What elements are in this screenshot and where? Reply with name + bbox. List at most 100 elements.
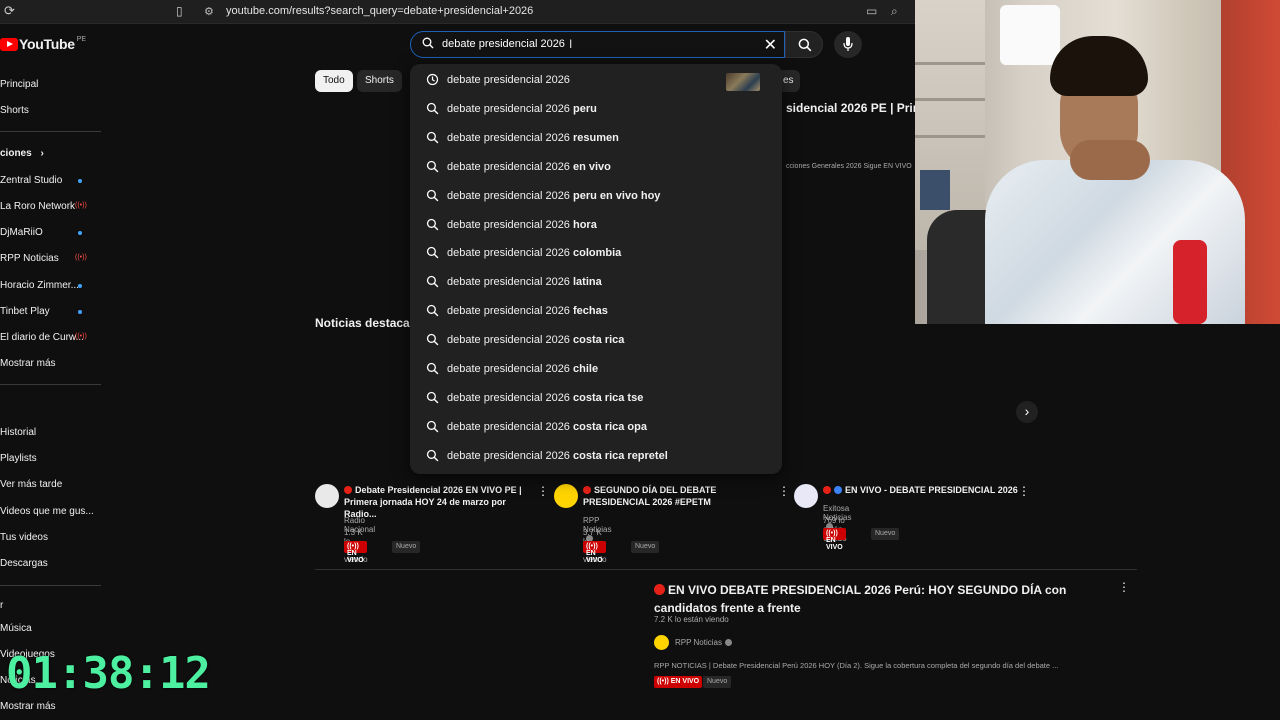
live-icon: ((•)) xyxy=(75,254,87,261)
more-options-icon[interactable]: ⋮ xyxy=(778,484,790,498)
search-suggestion[interactable]: debate presidencial 2026 colombia xyxy=(410,239,782,267)
search-suggestion[interactable]: debate presidencial 2026 costa rica tse xyxy=(410,384,782,412)
suggestion-text: debate presidencial 2026 costa rica repr… xyxy=(447,449,668,462)
webcam-shelf-line xyxy=(915,62,985,65)
search-suggestion[interactable]: debate presidencial 2026 costa rica repr… xyxy=(410,442,782,470)
webcam-hanging-shirt xyxy=(1000,5,1060,65)
suggestion-thumbnail[interactable] xyxy=(726,73,760,91)
sidebar-item-subscription[interactable]: La Roro Network xyxy=(0,201,75,212)
channel-avatar[interactable] xyxy=(654,635,669,650)
search-icon xyxy=(426,160,439,173)
search-suggestion[interactable]: debate presidencial 2026 hora xyxy=(410,211,782,239)
sidebar-item-playlists[interactable]: Playlists xyxy=(0,453,37,464)
search-button[interactable] xyxy=(785,31,823,58)
suggestion-text: debate presidencial 2026 fechas xyxy=(447,305,608,318)
search-suggestion[interactable]: debate presidencial 2026 costa rica opa xyxy=(410,413,782,441)
search-suggestion[interactable]: debate presidencial 2026 xyxy=(410,66,782,94)
url-field[interactable]: youtube.com/results?search_query=debate+… xyxy=(226,5,533,17)
sidebar-item-your-videos[interactable]: Tus videos xyxy=(0,532,48,543)
sidebar-subscriptions-header[interactable]: ciones › xyxy=(0,148,44,159)
cast-icon[interactable]: ▭ xyxy=(866,4,877,18)
channel-avatar[interactable] xyxy=(794,484,818,508)
more-options-icon[interactable]: ⋮ xyxy=(537,484,549,498)
webcam-person-hand xyxy=(1070,140,1150,180)
channel-avatar[interactable] xyxy=(315,484,339,508)
suggestion-text: debate presidencial 2026 xyxy=(447,74,570,86)
carousel-next-button[interactable]: › xyxy=(1016,401,1038,423)
live-badge: ((•)) EN VIVO xyxy=(583,541,606,564)
chip-shorts[interactable]: Shorts xyxy=(357,70,402,92)
search-icon xyxy=(426,305,439,317)
chip-all[interactable]: Todo xyxy=(315,70,353,92)
youtube-logo[interactable]: YouTube PE xyxy=(0,36,86,52)
sidebar-show-more[interactable]: Mostrar más xyxy=(0,358,56,369)
new-badge: Nuevo xyxy=(392,541,421,553)
sidebar-item-watch-later[interactable]: Ver más tarde xyxy=(0,479,62,490)
suggestion-text: debate presidencial 2026 en vivo xyxy=(447,160,611,173)
channel-avatar[interactable] xyxy=(554,484,578,508)
more-options-icon[interactable]: ⋮ xyxy=(1118,580,1130,594)
top-result-title[interactable]: sidencial 2026 PE | Primer xyxy=(786,101,935,115)
channel-name[interactable]: RPP Noticias xyxy=(675,638,732,647)
live-badge: ((•)) EN VIVO xyxy=(344,541,367,564)
search-input[interactable]: debate presidencial 2026 I ✕ xyxy=(410,31,785,58)
search-query[interactable]: debate presidencial 2026 xyxy=(442,38,565,50)
sidebar-show-more[interactable]: Mostrar más xyxy=(0,701,56,712)
chip-partial[interactable]: es xyxy=(780,70,800,92)
news-card-title[interactable]: Debate Presidencial 2026 EN VIVO PE | Pr… xyxy=(344,484,539,520)
more-options-icon[interactable]: ⋮ xyxy=(1018,484,1030,498)
sidebar-item-subscription[interactable]: RPP Noticias xyxy=(0,253,59,264)
new-badge: Nuevo xyxy=(631,541,660,553)
new-content-dot xyxy=(78,284,82,288)
sidebar-item-music[interactable]: Música xyxy=(0,623,32,634)
search-suggestion[interactable]: debate presidencial 2026 chile xyxy=(410,355,782,383)
suggestion-text: debate presidencial 2026 hora xyxy=(447,218,597,231)
suggestion-text: debate presidencial 2026 resumen xyxy=(447,131,619,144)
search-suggestion[interactable]: debate presidencial 2026 peru en vivo ho… xyxy=(410,182,782,210)
sidebar-item-liked-videos[interactable]: Videos que me gus... xyxy=(0,506,94,517)
sidebar-item-subscription[interactable]: Tinbet Play xyxy=(0,306,50,317)
chevron-right-icon: › xyxy=(40,148,44,159)
browser-address-bar: ⟳ ▯ ⚙ youtube.com/results?search_query=d… xyxy=(0,0,915,24)
logo-wordmark: YouTube xyxy=(19,36,75,52)
search-suggestion[interactable]: debate presidencial 2026 latina xyxy=(410,268,782,296)
new-badge: Nuevo xyxy=(703,676,732,688)
clear-search-icon[interactable]: ✕ xyxy=(764,35,777,55)
video-result-title[interactable]: EN VIVO DEBATE PRESIDENCIAL 2026 Perú: H… xyxy=(654,581,1094,617)
news-card-title[interactable]: SEGUNDO DÍA DEL DEBATE PRESIDENCIAL 2026… xyxy=(583,484,778,508)
sidebar-item-subscription[interactable]: El diario de Curw... xyxy=(0,332,84,343)
site-info-icon[interactable]: ⚙ xyxy=(204,5,214,18)
search-suggestion[interactable]: debate presidencial 2026 costa rica xyxy=(410,326,782,354)
webcam-poster xyxy=(920,170,950,210)
section-divider xyxy=(315,569,1137,570)
sidebar-item-principal[interactable]: Principal xyxy=(0,79,38,90)
search-suggestion[interactable]: debate presidencial 2026 resumen xyxy=(410,124,782,152)
sidebar-item-subscription[interactable]: Zentral Studio xyxy=(0,175,62,186)
sidebar-item-subscription[interactable]: DjMaRiiO xyxy=(0,227,43,238)
sidebar-divider xyxy=(0,131,101,132)
sidebar-item-historial[interactable]: Historial xyxy=(0,427,36,438)
new-content-dot xyxy=(78,179,82,183)
video-description: RPP NOTICIAS | Debate Presidencial Perú … xyxy=(654,661,1059,670)
zoom-icon[interactable]: ⌕ xyxy=(891,4,898,19)
sidebar-divider xyxy=(0,384,101,385)
sidebar-item-subscription[interactable]: Horacio Zimmer... xyxy=(0,280,79,291)
live-dot-icon xyxy=(344,486,352,494)
search-icon xyxy=(426,102,439,115)
webcam-shelf-line xyxy=(915,98,985,101)
search-suggestions-dropdown: debate presidencial 2026 debate presidenc… xyxy=(410,64,782,474)
voice-search-button[interactable] xyxy=(834,31,862,58)
search-suggestion[interactable]: debate presidencial 2026 fechas xyxy=(410,297,782,325)
reload-icon[interactable]: ⟳ xyxy=(4,4,18,18)
new-content-dot xyxy=(78,310,82,314)
search-suggestion[interactable]: debate presidencial 2026 en vivo xyxy=(410,153,782,181)
sidebar-item-downloads[interactable]: Descargas xyxy=(0,558,48,569)
search-icon xyxy=(426,449,439,462)
sidebar-item-shorts[interactable]: Shorts xyxy=(0,105,29,116)
news-card-title[interactable]: EN VIVO - DEBATE PRESIDENCIAL 2026 xyxy=(823,484,1033,496)
bookmark-icon[interactable]: ▯ xyxy=(176,4,183,18)
search-icon xyxy=(426,189,439,202)
new-badge: Nuevo xyxy=(871,528,900,540)
search-icon xyxy=(426,218,439,230)
search-suggestion[interactable]: debate presidencial 2026 peru xyxy=(410,95,782,123)
